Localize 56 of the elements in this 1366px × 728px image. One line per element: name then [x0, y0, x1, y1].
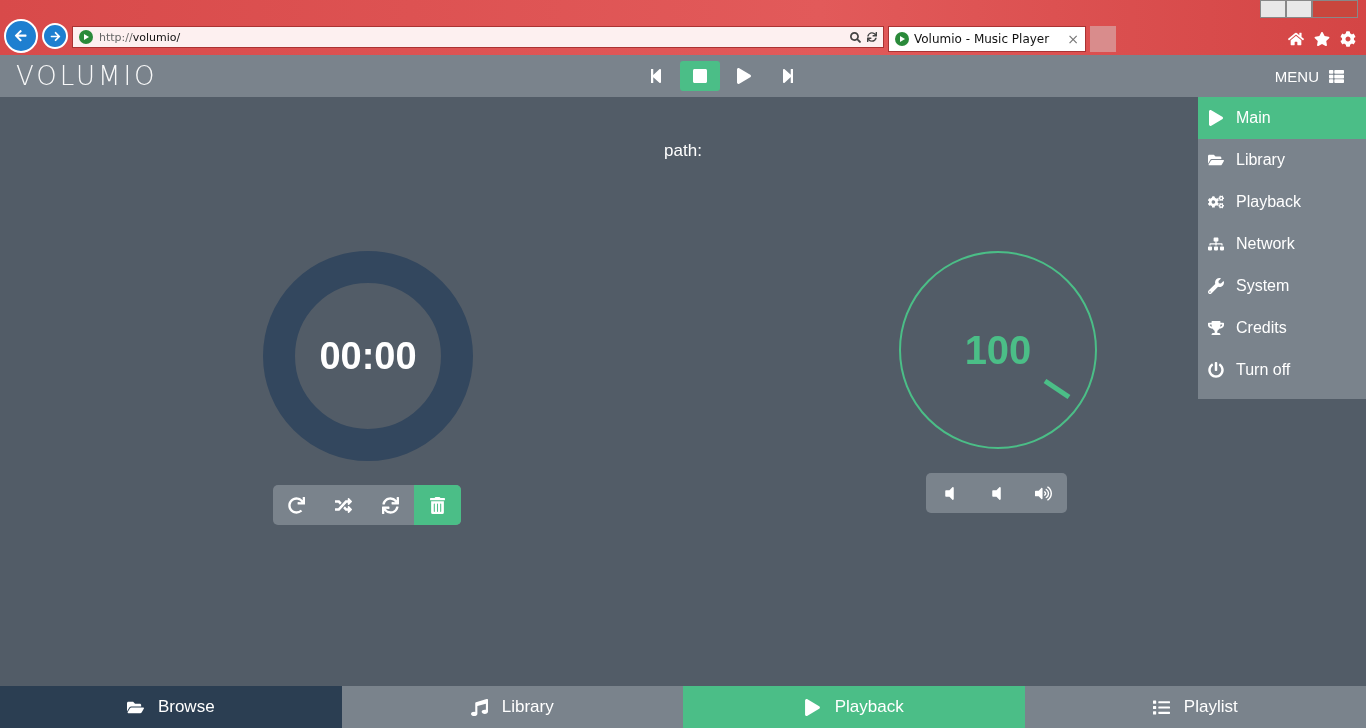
stop-icon — [692, 68, 709, 84]
maximize-button[interactable] — [1286, 0, 1312, 18]
trash-button[interactable] — [414, 485, 461, 525]
browser-tab[interactable]: Volumio - Music Player × — [888, 26, 1086, 52]
tab-title: Volumio - Music Player — [914, 32, 1051, 46]
volume-knob[interactable]: 100 — [899, 251, 1097, 449]
bottom-tab[interactable]: Playback — [683, 686, 1025, 728]
menu-item[interactable]: Playback — [1198, 181, 1366, 223]
play-icon — [1208, 110, 1224, 126]
path-label: path: — [664, 141, 702, 161]
bottom-tab[interactable]: Playlist — [1024, 686, 1366, 728]
menu-item[interactable]: Network — [1198, 223, 1366, 265]
list-icon — [1152, 698, 1170, 716]
bottom-tab[interactable]: Library — [341, 686, 683, 728]
menu-item[interactable]: System — [1198, 265, 1366, 307]
search-icon[interactable] — [850, 31, 861, 43]
menu-item[interactable]: Turn off — [1198, 349, 1366, 391]
tab-close-button[interactable]: × — [1067, 31, 1079, 47]
trophy-icon — [1208, 320, 1224, 336]
forward-arrow-icon — [49, 30, 61, 42]
forward-button[interactable] — [42, 23, 68, 49]
site-icon — [895, 32, 909, 46]
volume-value: 100 — [964, 327, 1032, 373]
play-icon — [803, 698, 821, 716]
logo: VOLUMIO — [16, 61, 159, 91]
star-icon[interactable] — [1314, 31, 1330, 47]
menu-item[interactable]: Credits — [1198, 307, 1366, 349]
trash-icon — [429, 496, 446, 514]
play-icon — [736, 68, 753, 84]
back-button[interactable] — [4, 19, 38, 53]
minimize-button[interactable] — [1260, 0, 1286, 18]
knob-indicator-icon — [1043, 379, 1071, 399]
music-note-icon — [470, 698, 488, 716]
home-icon[interactable] — [1288, 31, 1304, 47]
site-icon — [79, 30, 93, 44]
power-icon — [1208, 362, 1224, 378]
volume-up-icon — [1035, 484, 1052, 502]
menu-button[interactable]: MENU — [1268, 66, 1350, 86]
list-icon — [1329, 68, 1344, 84]
url-text: http://volumio/ — [99, 30, 182, 44]
wrench-icon — [1208, 278, 1224, 294]
bottom-tab[interactable]: Browse — [0, 686, 342, 728]
elapsed-time: 00:00 — [319, 334, 417, 378]
gears-icon — [1208, 194, 1224, 210]
folder-icon — [1208, 152, 1224, 168]
stop-button[interactable] — [680, 61, 721, 91]
settings-icon[interactable] — [1340, 31, 1356, 47]
menu-item[interactable]: Library — [1198, 139, 1366, 181]
shuffle-icon — [335, 496, 352, 514]
refresh-icon[interactable] — [867, 32, 877, 42]
address-bar[interactable]: http://volumio/ — [72, 26, 884, 48]
back-arrow-icon — [14, 29, 28, 43]
sync-icon — [382, 496, 399, 514]
sitemap-icon — [1208, 236, 1224, 252]
menu-item[interactable]: Main — [1198, 97, 1366, 139]
repeat-icon — [288, 496, 305, 514]
